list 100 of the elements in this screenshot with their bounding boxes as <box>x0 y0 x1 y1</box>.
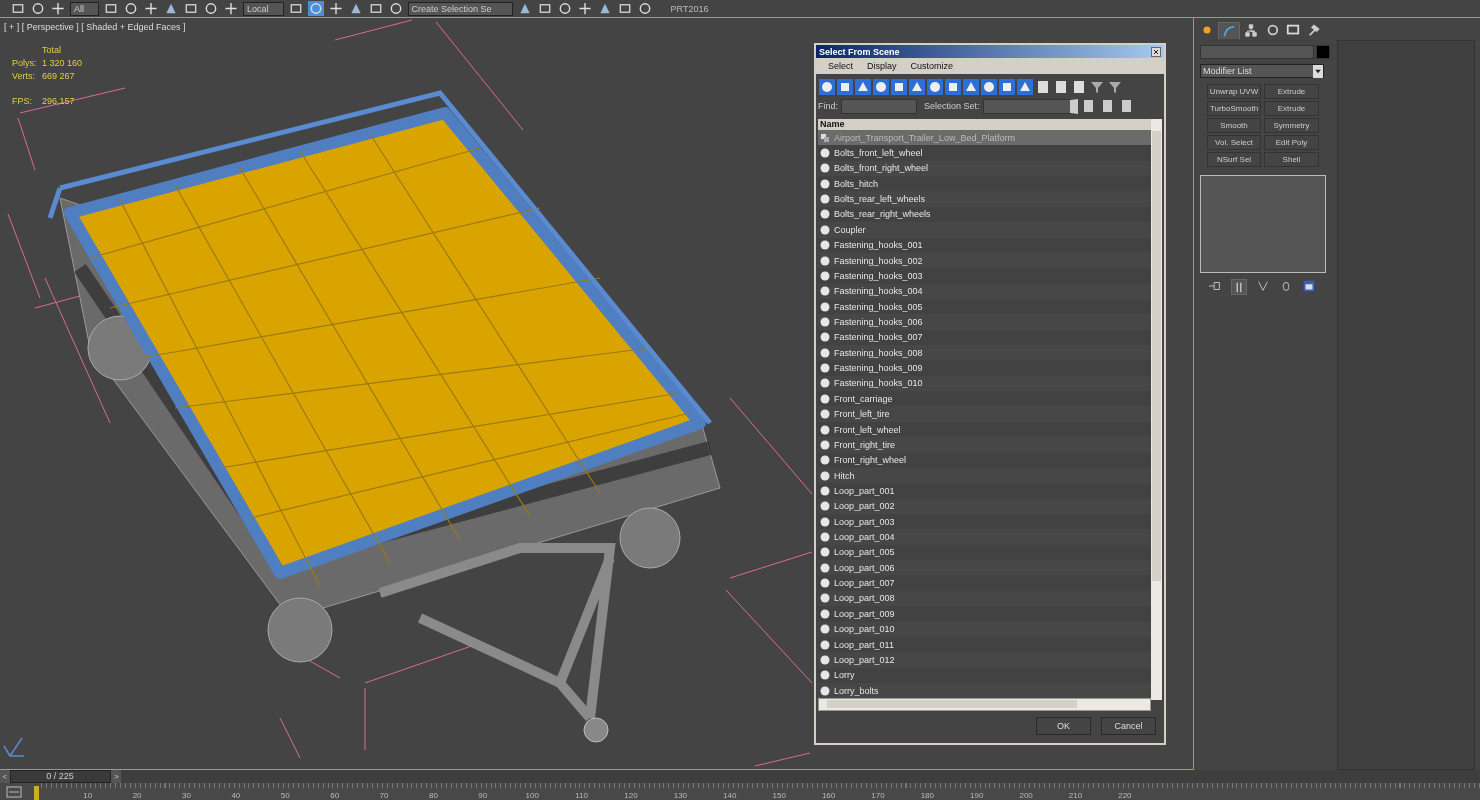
next-frame-button[interactable]: > <box>111 770 121 783</box>
frame-number: 210 <box>1067 791 1084 800</box>
object-name: Loop_part_006 <box>834 562 895 573</box>
cancel-button[interactable]: Cancel <box>1101 717 1156 735</box>
dialog-title: Select From Scene <box>819 46 900 57</box>
list-display-icon[interactable] <box>1071 79 1087 95</box>
circle-icon[interactable] <box>203 1 219 16</box>
object-name: Loop_part_005 <box>834 547 895 558</box>
modifier-button[interactable]: Extrude <box>1264 84 1319 99</box>
sphere-icon <box>820 393 830 404</box>
frame-number: 130 <box>672 791 689 800</box>
modifier-list-dropdown[interactable]: Modifier List <box>1200 64 1324 78</box>
selection-filter-dropdown[interactable]: All <box>70 1 99 16</box>
frame-number: 160 <box>820 791 837 800</box>
name-column-header[interactable]: Name <box>818 119 1151 130</box>
selection-set-dropdown[interactable] <box>982 98 1078 114</box>
modifier-button[interactable]: NSurf Sel <box>1207 152 1261 167</box>
selection-set-label: Selection Set: <box>924 101 980 111</box>
sphere-icon <box>820 148 830 159</box>
stat-value: 296,157 <box>42 95 76 107</box>
stat-value: 669 267 <box>42 70 76 82</box>
modifier-button[interactable]: Smooth <box>1207 118 1261 133</box>
object-name: Coupler <box>834 224 866 235</box>
color-swatch[interactable] <box>1316 45 1330 59</box>
sphere-icon <box>820 347 830 358</box>
menu-item[interactable]: Select <box>828 61 853 71</box>
frame-ruler[interactable]: 10 20 30 40 50 60 70 80 90 100 110 120 130 140 150 160 170 180 190 200 210 220 <box>0 783 1480 800</box>
object-name: Fastening_hooks_009 <box>834 363 923 374</box>
sphere-icon <box>820 593 830 604</box>
sphere-icon <box>820 178 830 189</box>
filter-icon[interactable] <box>1107 79 1123 95</box>
display-icon <box>1286 23 1300 37</box>
axis-icon <box>3 737 25 757</box>
sphere-icon <box>820 224 830 235</box>
frame-number: 140 <box>722 791 738 800</box>
object-name: Front_left_wheel <box>834 424 901 435</box>
object-name: Front_carriage <box>834 393 893 404</box>
object-name: Hitch <box>834 470 855 481</box>
sphere-icon <box>820 317 830 327</box>
object-name: Bolts_hitch <box>834 178 879 189</box>
reference-coordinate-dropdown[interactable]: Local <box>243 1 284 16</box>
modify-icon <box>1222 24 1236 38</box>
object-name: Loop_part_007 <box>834 578 895 589</box>
frame-number: 100 <box>524 791 540 800</box>
find-field[interactable] <box>841 98 917 114</box>
sphere-icon <box>820 608 830 619</box>
ok-button[interactable]: OK <box>1036 717 1091 735</box>
modifier-button[interactable]: Shell <box>1264 152 1319 167</box>
object-name: Bolts_rear_left_wheels <box>834 194 926 205</box>
modifier-stack[interactable] <box>1200 175 1326 273</box>
list-display-icon[interactable] <box>1053 79 1069 95</box>
filter-icon[interactable] <box>1089 79 1105 95</box>
list-display-icon[interactable] <box>1035 79 1051 95</box>
sphere-icon <box>820 255 830 266</box>
object-name: Fastening_hooks_003 <box>834 270 923 281</box>
object-name: Loop_part_002 <box>834 501 895 512</box>
sphere-icon <box>820 654 830 665</box>
modifier-button[interactable]: Vol. Select <box>1207 135 1261 150</box>
vertical-scrollbar[interactable] <box>1151 119 1162 700</box>
object-name: Loop_part_004 <box>834 532 895 542</box>
frame-number: 30 <box>181 791 192 800</box>
object-name-field[interactable] <box>1200 45 1314 59</box>
object-name: Fastening_hooks_008 <box>834 347 923 358</box>
sphere-icon <box>820 562 830 573</box>
menu-item[interactable]: Display <box>867 61 897 71</box>
modifier-button[interactable]: Symmetry <box>1264 118 1319 133</box>
frame-number: 150 <box>771 791 787 800</box>
sphere-icon <box>820 163 830 174</box>
object-name: Front_right_tire <box>834 439 896 450</box>
modifier-button[interactable]: Extrude <box>1264 101 1319 116</box>
object-name: Loop_part_001 <box>834 485 895 496</box>
named-selection-dropdown[interactable]: Create Selection Se <box>407 1 513 16</box>
modifier-button[interactable]: Unwrap UVW <box>1207 84 1261 99</box>
modify-tab[interactable] <box>1218 22 1240 39</box>
object-name: Bolts_front_right_wheel <box>834 163 929 174</box>
menu-item[interactable]: Customize <box>910 61 954 71</box>
horizontal-scrollbar[interactable] <box>818 698 1151 711</box>
fork-icon[interactable] <box>1256 279 1270 293</box>
find-label: Find: <box>818 101 838 111</box>
viewport-label[interactable]: [ + ] [ Perspective ] [ Shaded + Edged Faces ] <box>4 22 186 32</box>
frame-marker[interactable] <box>34 786 39 800</box>
object-name: Lorry <box>834 670 855 681</box>
sphere-icon <box>820 363 830 374</box>
sphere-icon <box>820 301 830 312</box>
sphere-icon <box>820 624 830 635</box>
object-name: Loop_part_009 <box>834 608 895 619</box>
object-name: Fastening_hooks_004 <box>834 286 923 297</box>
sphere-icon <box>820 470 830 481</box>
modifier-button[interactable]: Edit Poly <box>1264 135 1319 150</box>
sphere-icon <box>820 194 830 205</box>
sphere-icon <box>820 286 830 297</box>
close-icon[interactable] <box>1151 46 1161 57</box>
sphere-icon[interactable] <box>819 79 835 95</box>
object-name: Bolts_rear_right_wheels <box>834 209 931 220</box>
frame-number: 80 <box>427 791 439 800</box>
modifier-button[interactable]: TurboSmooth <box>1207 101 1261 116</box>
previous-frame-button[interactable]: < <box>0 770 10 783</box>
frame-number: 220 <box>1117 791 1133 800</box>
object-name: Loop_part_008 <box>834 593 895 604</box>
frame-counter[interactable]: 0 / 225 <box>9 770 111 783</box>
